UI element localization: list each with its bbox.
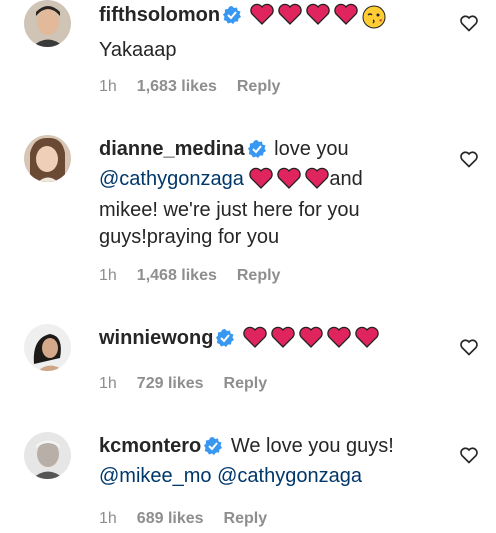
emoji-row [249, 167, 330, 197]
likes-count[interactable]: 689 likes [137, 510, 204, 527]
comment-text-line: Yakaaap [99, 39, 177, 61]
username[interactable]: kcmontero [99, 435, 201, 457]
red-heart-emoji-icon [333, 3, 358, 33]
like-heart-outline-icon[interactable] [459, 445, 479, 465]
verified-badge-icon [223, 5, 242, 32]
username[interactable]: fifthsolomon [99, 4, 220, 26]
avatar[interactable] [24, 0, 71, 47]
red-heart-emoji-icon [277, 167, 302, 197]
reply-button[interactable]: Reply [224, 510, 268, 527]
mention-link[interactable]: @mikee_mo [99, 465, 212, 487]
avatar[interactable] [24, 432, 71, 479]
comment-text-part: mikee! we're just here for you [99, 199, 360, 221]
like-heart-outline-icon[interactable] [459, 149, 479, 169]
comment-text-part: love you [274, 138, 349, 160]
reply-button[interactable]: Reply [224, 375, 268, 392]
comment-text-part: We love you guys! [230, 435, 394, 457]
like-heart-outline-icon[interactable] [459, 13, 479, 33]
red-heart-emoji-icon [299, 326, 323, 356]
comment-meta: 1h 1,683 likes Reply [99, 78, 300, 96]
comment-text: kcmontero We love you guys! @mikee_mo @c… [99, 433, 456, 490]
comment-text: fifthsolomon Yakaaap [99, 2, 456, 64]
red-heart-emoji-icon [271, 326, 295, 356]
verified-badge-icon [204, 436, 223, 463]
reply-button[interactable]: Reply [237, 267, 281, 284]
username[interactable]: winniewong [99, 327, 213, 349]
red-heart-emoji-icon [305, 167, 330, 197]
mention-link[interactable]: @cathygonzaga [217, 465, 362, 487]
comment-text: dianne_medina love you @cathygonzaga and… [99, 136, 456, 251]
verified-badge-icon [216, 328, 235, 355]
comment-text: winniewong [99, 325, 456, 356]
avatar[interactable] [24, 324, 71, 371]
like-heart-outline-icon[interactable] [459, 337, 479, 357]
likes-count[interactable]: 1,468 likes [137, 267, 217, 284]
mention-link[interactable]: @cathygonzaga [99, 168, 244, 190]
comment-time[interactable]: 1h [99, 510, 117, 527]
comment-meta: 1h 729 likes Reply [99, 375, 287, 393]
red-heart-emoji-icon [277, 3, 302, 33]
likes-count[interactable]: 1,683 likes [137, 78, 217, 95]
likes-count[interactable]: 729 likes [137, 375, 204, 392]
comment-time[interactable]: 1h [99, 267, 117, 284]
comment-meta: 1h 689 likes Reply [99, 510, 287, 528]
comment-time[interactable]: 1h [99, 78, 117, 95]
kissing-face-emoji-icon [362, 5, 386, 37]
red-heart-emoji-icon [249, 3, 274, 33]
reply-button[interactable]: Reply [237, 78, 281, 95]
comment-text-part: and [329, 168, 363, 190]
comment-text-part: guys!praying for you [99, 226, 280, 248]
verified-badge-icon [247, 139, 266, 166]
emoji-row [243, 326, 383, 356]
red-heart-emoji-icon [305, 3, 330, 33]
red-heart-emoji-icon [243, 326, 267, 356]
emoji-row [249, 3, 386, 37]
red-heart-emoji-icon [355, 326, 379, 356]
avatar[interactable] [24, 135, 71, 182]
comment-meta: 1h 1,468 likes Reply [99, 267, 300, 285]
red-heart-emoji-icon [327, 326, 351, 356]
username[interactable]: dianne_medina [99, 138, 245, 160]
red-heart-emoji-icon [249, 167, 274, 197]
comment-time[interactable]: 1h [99, 375, 117, 392]
